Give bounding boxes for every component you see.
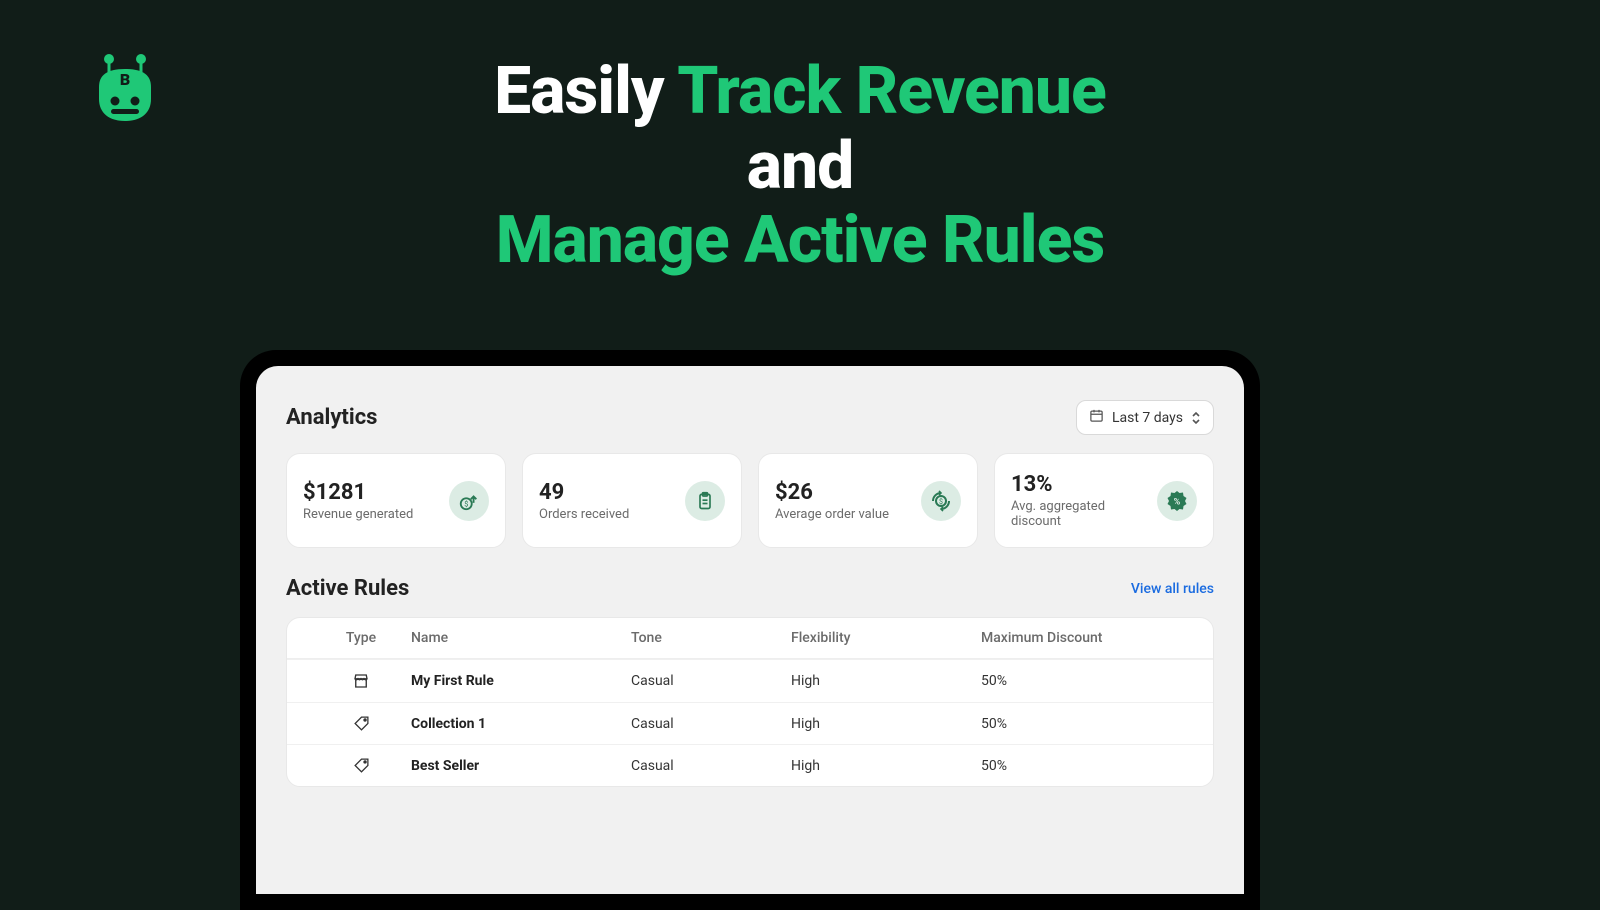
tag-icon: [311, 715, 411, 732]
svg-text:$: $: [939, 498, 943, 506]
metric-value: $1281: [303, 480, 413, 505]
store-icon: [311, 672, 411, 690]
orders-icon: [685, 481, 725, 521]
metric-label: Revenue generated: [303, 507, 413, 522]
rules-title: Active Rules: [286, 576, 409, 601]
aov-icon: $: [921, 481, 961, 521]
col-flexibility: Flexibility: [791, 630, 981, 646]
metric-label: Avg. aggregated discount: [1011, 499, 1157, 529]
table-header: Type Name Tone Flexibility Maximum Disco…: [287, 618, 1213, 659]
analytics-title: Analytics: [286, 405, 377, 430]
rule-name: Collection 1: [411, 716, 631, 732]
col-type: Type: [311, 630, 411, 646]
revenue-icon: $: [449, 481, 489, 521]
rule-tone: Casual: [631, 716, 791, 732]
rule-flexibility: High: [791, 758, 981, 774]
table-row[interactable]: Best Seller Casual High 50%: [287, 744, 1213, 786]
svg-text:$: $: [464, 499, 468, 508]
rule-max-discount: 50%: [981, 673, 1189, 689]
discount-icon: %: [1157, 481, 1197, 521]
metric-card-orders: 49 Orders received: [522, 453, 742, 548]
svg-text:%: %: [1174, 497, 1181, 507]
col-tone: Tone: [631, 630, 791, 646]
rule-flexibility: High: [791, 673, 981, 689]
metric-card-revenue: $1281 Revenue generated $: [286, 453, 506, 548]
date-range-label: Last 7 days: [1112, 410, 1183, 426]
date-range-select[interactable]: Last 7 days: [1076, 400, 1214, 435]
metric-label: Average order value: [775, 507, 889, 522]
calendar-icon: [1089, 408, 1104, 427]
table-row[interactable]: My First Rule Casual High 50%: [287, 659, 1213, 702]
col-name: Name: [411, 630, 631, 646]
rule-name: Best Seller: [411, 758, 631, 774]
rule-tone: Casual: [631, 673, 791, 689]
rule-max-discount: 50%: [981, 758, 1189, 774]
rule-name: My First Rule: [411, 673, 631, 689]
view-all-rules-link[interactable]: View all rules: [1131, 581, 1214, 597]
metric-card-aov: $26 Average order value $: [758, 453, 978, 548]
metric-label: Orders received: [539, 507, 629, 522]
metric-value: $26: [775, 480, 889, 505]
device-frame: Analytics Last 7 days $1281: [240, 350, 1260, 910]
metric-card-discount: 13% Avg. aggregated discount %: [994, 453, 1214, 548]
col-max-discount: Maximum Discount: [981, 630, 1189, 646]
metric-value: 13%: [1011, 472, 1157, 497]
rules-table: Type Name Tone Flexibility Maximum Disco…: [286, 617, 1214, 787]
tag-icon: [311, 757, 411, 774]
chevron-updown-icon: [1191, 411, 1201, 425]
table-row[interactable]: Collection 1 Casual High 50%: [287, 702, 1213, 744]
metric-cards: $1281 Revenue generated $ 49 Orders rece…: [286, 453, 1214, 548]
rule-tone: Casual: [631, 758, 791, 774]
rule-flexibility: High: [791, 716, 981, 732]
hero-headline: Easily Track Revenue and Manage Active R…: [0, 55, 1600, 279]
app-screen: Analytics Last 7 days $1281: [256, 366, 1244, 894]
rule-max-discount: 50%: [981, 716, 1189, 732]
metric-value: 49: [539, 480, 629, 505]
